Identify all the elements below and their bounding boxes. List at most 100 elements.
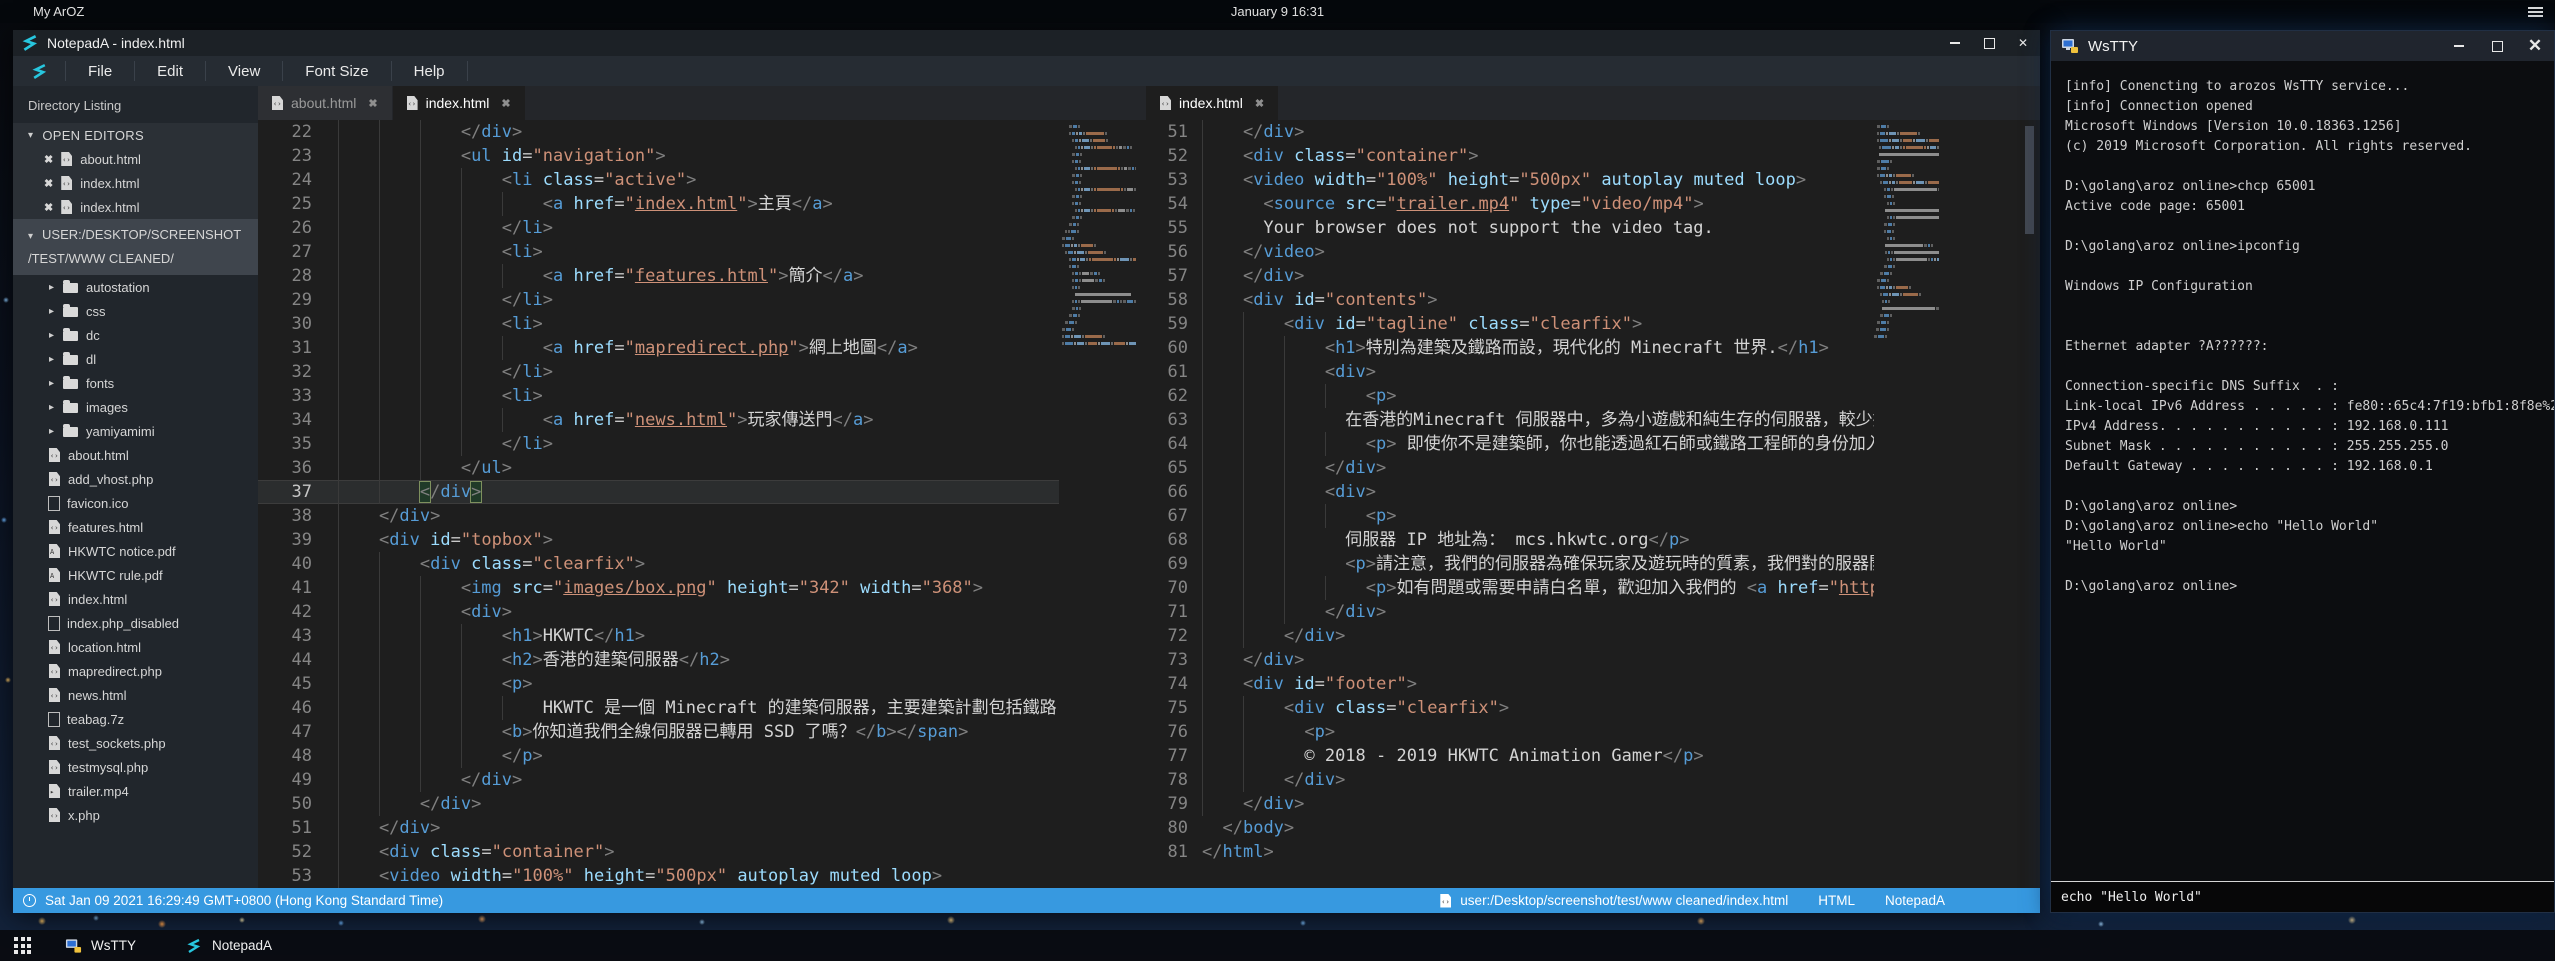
code-line-30[interactable]: 30 <li> [258,312,1059,336]
code-line-58[interactable]: 58 <div id="contents"> [1146,288,1874,312]
code-line-76[interactable]: 76 <p> [1146,720,1874,744]
open-editor-item[interactable]: ✖about.html [13,147,258,171]
code-line-63[interactable]: 63 在香港的Minecraft 伺服器中，多為小遊戲和純生存的伺服器，較少擁有 [1146,408,1874,432]
tree-folder-fonts[interactable]: ▸fonts [13,371,258,395]
close-icon[interactable]: ✖ [1255,97,1264,110]
code-line-65[interactable]: 65 </div> [1146,456,1874,480]
tree-file-HKWTC-notice.pdf[interactable]: HKWTC notice.pdf [13,539,258,563]
minimize-button[interactable] [1938,30,1972,56]
code-line-43[interactable]: 43 <h1>HKWTC</h1> [258,624,1059,648]
open-editor-item[interactable]: ✖index.html [13,171,258,195]
code-line-48[interactable]: 48 </p> [258,744,1059,768]
code-line-44[interactable]: 44 <h2>香港的建築伺服器</h2> [258,648,1059,672]
code-line-33[interactable]: 33 <li> [258,384,1059,408]
code-editor-left[interactable]: 22 </div>23 <ul id="navigation">24 <li c… [258,120,1059,888]
code-line-46[interactable]: 46 HKWTC 是一個 Minecraft 的建築伺服器，主要建築計劃包括鐵路 [258,696,1059,720]
code-line-60[interactable]: 60 <h1>特別為建築及鐵路而設，現代化的 Minecraft 世界.</h1… [1146,336,1874,360]
code-line-71[interactable]: 71 </div> [1146,600,1874,624]
tree-folder-images[interactable]: ▸images [13,395,258,419]
tree-folder-dl[interactable]: ▸dl [13,347,258,371]
code-line-81[interactable]: 81</html> [1146,840,1874,864]
menu-view[interactable]: View [206,61,283,81]
tree-file-index.html[interactable]: index.html [13,587,258,611]
tab-index.html[interactable]: index.html✖ [393,86,525,120]
code-line-23[interactable]: 23 <ul id="navigation"> [258,144,1059,168]
code-line-37[interactable]: 37 </div> [258,480,1059,504]
code-line-35[interactable]: 35 </li> [258,432,1059,456]
minimap-left[interactable] [1059,124,1136,348]
code-line-39[interactable]: 39 <div id="topbox"> [258,528,1059,552]
tree-file-about.html[interactable]: about.html [13,443,258,467]
maximize-button[interactable] [1972,30,2006,56]
code-line-61[interactable]: 61 <div> [1146,360,1874,384]
code-line-41[interactable]: 41 <img src="images/box.png" height="342… [258,576,1059,600]
tree-file-test_sockets.php[interactable]: test_sockets.php [13,731,258,755]
menu-file[interactable]: File [66,61,135,81]
terminal-maximize-button[interactable] [2478,31,2516,61]
tree-folder-css[interactable]: ▸css [13,299,258,323]
code-line-51[interactable]: 51 </div> [1146,120,1874,144]
notepada-titlebar[interactable]: NotepadA - index.html ✕ [13,30,2040,56]
open-editors-header[interactable]: ▾ OPEN EDITORS [13,123,258,147]
terminal-close-button[interactable]: ✕ [2516,31,2554,61]
taskbar-item-notepada[interactable]: NotepadA [170,930,288,961]
code-line-74[interactable]: 74 <div id="footer"> [1146,672,1874,696]
terminal-minimize-button[interactable] [2440,31,2478,61]
tree-root-header[interactable]: ▾USER:/DESKTOP/SCREENSHOT /TEST/WWW CLEA… [13,219,258,275]
menu-font-size[interactable]: Font Size [283,61,391,81]
code-line-57[interactable]: 57 </div> [1146,264,1874,288]
code-line-68[interactable]: 68 伺服器 IP 地址為： mcs.hkwtc.org</p> [1146,528,1874,552]
code-line-22[interactable]: 22 </div> [258,120,1059,144]
statusbar-filepath[interactable]: user:/Desktop/screenshot/test/www cleane… [1460,893,1788,908]
close-icon[interactable]: ✖ [501,97,510,110]
code-line-50[interactable]: 50 </div> [258,792,1059,816]
close-icon[interactable]: ✖ [44,177,53,190]
code-line-26[interactable]: 26 </li> [258,216,1059,240]
code-line-47[interactable]: 47 <b>你知道我們全線伺服器已轉用 SSD 了嗎？</b></span> [258,720,1059,744]
close-icon[interactable]: ✖ [44,201,53,214]
code-line-49[interactable]: 49 </div> [258,768,1059,792]
wstty-titlebar[interactable]: WsTTY ✕ [2051,31,2554,61]
code-line-27[interactable]: 27 <li> [258,240,1059,264]
menu-edit[interactable]: Edit [135,61,206,81]
menu-help[interactable]: Help [392,61,468,81]
code-line-73[interactable]: 73 </div> [1146,648,1874,672]
code-line-72[interactable]: 72 </div> [1146,624,1874,648]
code-line-25[interactable]: 25 <a href="index.html">主頁</a> [258,192,1059,216]
tree-file-add_vhost.php[interactable]: add_vhost.php [13,467,258,491]
scrollbar-thumb[interactable] [2025,126,2034,234]
statusbar-language[interactable]: HTML [1818,893,1855,908]
code-line-38[interactable]: 38 </div> [258,504,1059,528]
tree-file-favicon.ico[interactable]: favicon.ico [13,491,258,515]
code-line-66[interactable]: 66 <div> [1146,480,1874,504]
tree-file-mapredirect.php[interactable]: mapredirect.php [13,659,258,683]
tree-file-HKWTC-rule.pdf[interactable]: HKWTC rule.pdf [13,563,258,587]
code-line-67[interactable]: 67 <p> [1146,504,1874,528]
code-line-54[interactable]: 54 <source src="trailer.mp4" type="video… [1146,192,1874,216]
code-line-55[interactable]: 55 Your browser does not support the vid… [1146,216,1874,240]
start-menu-icon[interactable] [14,937,31,954]
code-line-34[interactable]: 34 <a href="news.html">玩家傳送門</a> [258,408,1059,432]
tree-file-features.html[interactable]: features.html [13,515,258,539]
code-line-29[interactable]: 29 </li> [258,288,1059,312]
code-line-69[interactable]: 69 <p>請注意，我們的伺服器為確保玩家及遊玩時的質素，我們對的服器開啟 [1146,552,1874,576]
code-line-51[interactable]: 51 </div> [258,816,1059,840]
close-icon[interactable]: ✖ [44,153,53,166]
close-button[interactable]: ✕ [2006,30,2040,56]
code-line-45[interactable]: 45 <p> [258,672,1059,696]
terminal-output[interactable]: [info] Conencting to arozos WsTTY servic… [2051,61,2554,881]
code-line-64[interactable]: 64 <p> 即使你不是建築師，你也能透過紅石師或鐵路工程師的身份加入我 [1146,432,1874,456]
tree-file-location.html[interactable]: location.html [13,635,258,659]
code-line-31[interactable]: 31 <a href="mapredirect.php">網上地圖</a> [258,336,1059,360]
tree-file-trailer.mp4[interactable]: trailer.mp4 [13,779,258,803]
tab-about.html[interactable]: about.html✖ [258,86,392,120]
code-line-42[interactable]: 42 <div> [258,600,1059,624]
tree-file-index.php_disabled[interactable]: index.php_disabled [13,611,258,635]
tree-folder-dc[interactable]: ▸dc [13,323,258,347]
minimap-right[interactable] [1874,124,1939,341]
code-line-24[interactable]: 24 <li class="active"> [258,168,1059,192]
tab-index.html[interactable]: index.html✖ [1146,86,1278,120]
tree-folder-autostation[interactable]: ▸autostation [13,275,258,299]
code-line-40[interactable]: 40 <div class="clearfix"> [258,552,1059,576]
open-editor-item[interactable]: ✖index.html [13,195,258,219]
